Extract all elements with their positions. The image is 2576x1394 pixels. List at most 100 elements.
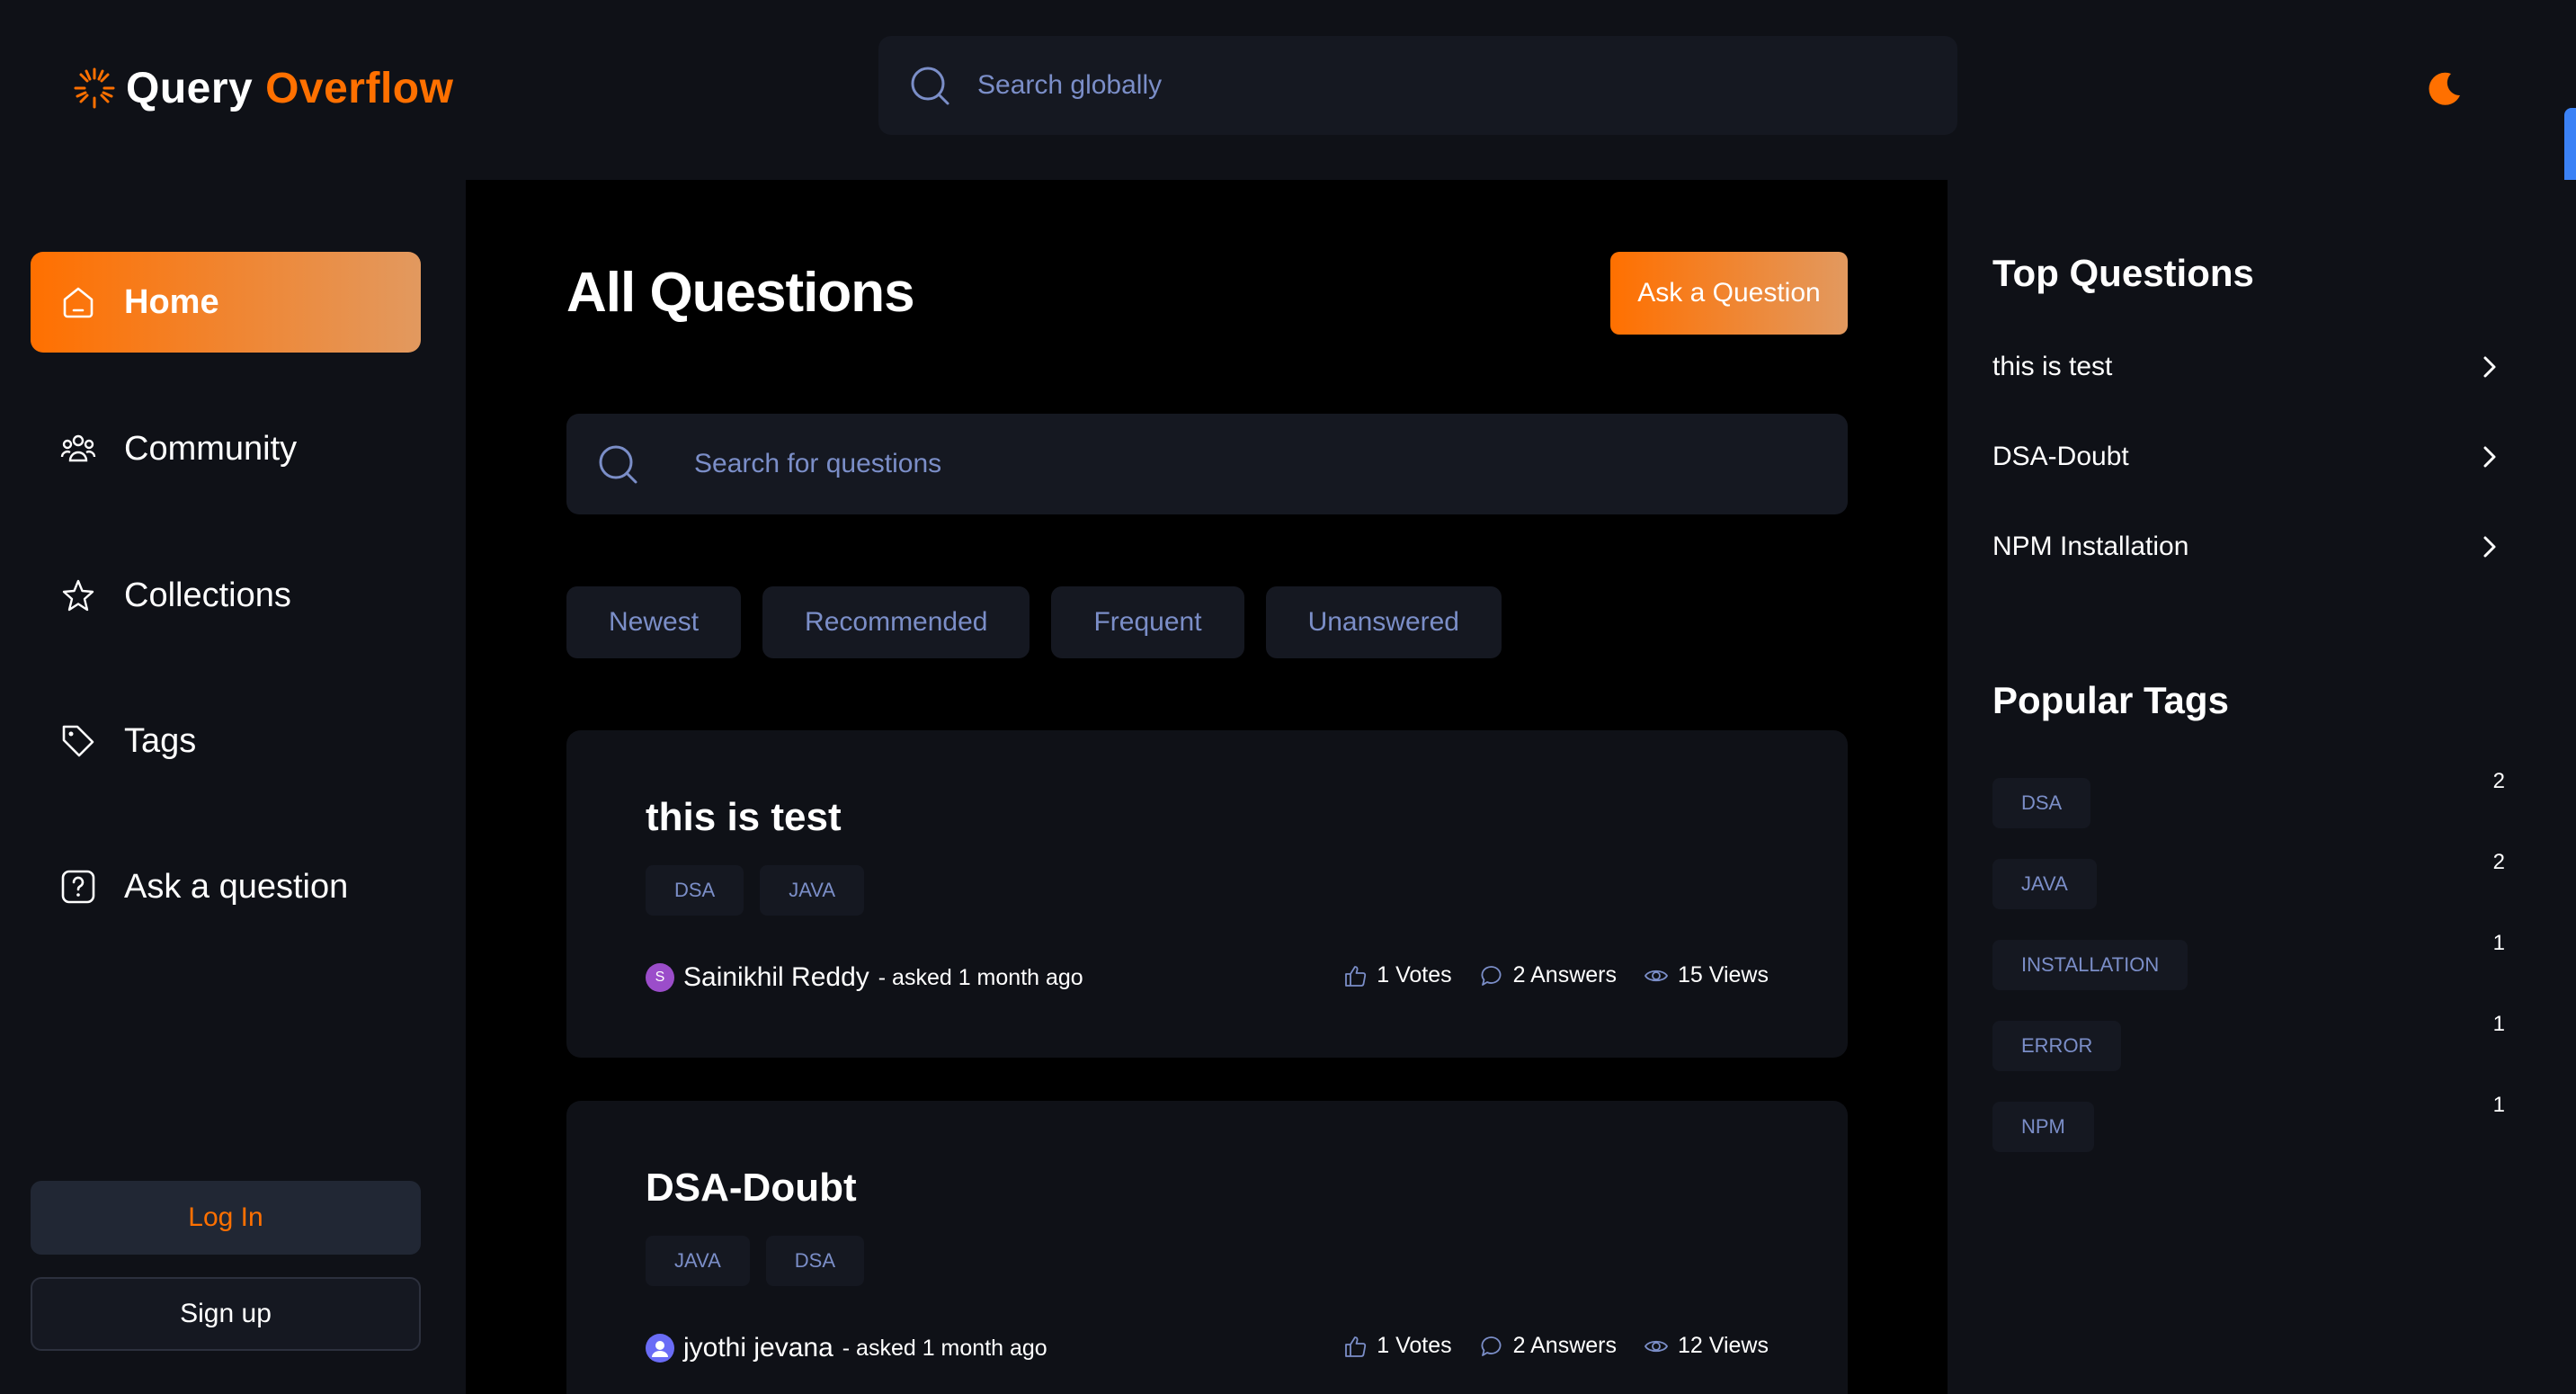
tag-chip[interactable]: JAVA <box>646 1236 750 1286</box>
top-question-item[interactable]: NPM Installation <box>1992 520 2505 574</box>
sidebar-item-community[interactable]: Community <box>31 398 421 499</box>
comment-icon <box>1481 965 1502 986</box>
eye-icon <box>1644 970 1669 981</box>
tag-count: 1 <box>2492 1012 2505 1036</box>
filter-recommended[interactable]: Recommended <box>762 586 1030 658</box>
tag-count: 1 <box>2492 931 2505 955</box>
views-metric: 12 Views <box>1644 1333 1769 1359</box>
left-sidebar: Home Community Collections Tags Ask a qu… <box>0 180 466 1394</box>
question-card[interactable]: this is test DSA JAVA S Sainikhil Reddy … <box>566 730 1848 1058</box>
sidebar-item-label: Ask a question <box>124 867 349 906</box>
tag-icon <box>62 725 94 757</box>
author-name[interactable]: jyothi jevana <box>683 1333 833 1363</box>
sidebar-item-label: Community <box>124 429 298 468</box>
votes-metric: 1 Votes <box>1342 1333 1452 1359</box>
chevron-right-icon <box>2483 536 2496 558</box>
views-count: 12 Views <box>1678 1333 1769 1358</box>
question-title[interactable]: this is test <box>646 795 842 840</box>
question-tags: DSA JAVA <box>646 865 865 916</box>
top-questions-heading: Top Questions <box>1992 252 2254 294</box>
logo-word-query: Query <box>126 64 254 112</box>
users-icon <box>60 434 96 462</box>
answers-count: 2 Answers <box>1512 962 1617 987</box>
tag-count: 1 <box>2492 1093 2505 1117</box>
top-question-label: DSA-Doubt <box>1992 442 2129 471</box>
sidebar-item-label: Home <box>124 282 219 321</box>
sidebar-item-tags[interactable]: Tags <box>31 691 421 791</box>
question-tags: JAVA DSA <box>646 1236 865 1286</box>
question-metrics: 1 Votes 2 Answers 15 Views <box>1342 962 1769 988</box>
question-author: jyothi jevana - asked 1 month ago <box>646 1333 1047 1363</box>
answers-metric: 2 Answers <box>1479 1333 1617 1359</box>
logo[interactable]: Query Overflow <box>72 61 453 115</box>
chevron-right-icon <box>2483 356 2496 378</box>
global-search-input[interactable] <box>977 70 1876 101</box>
question-card[interactable]: DSA-Doubt JAVA DSA jyothi jevana - asked… <box>566 1101 1848 1394</box>
chevron-right-icon <box>2483 446 2496 468</box>
theme-toggle[interactable] <box>2419 63 2469 113</box>
filter-unanswered[interactable]: Unanswered <box>1265 586 1502 658</box>
tag-chip[interactable]: INSTALLATION <box>1992 940 2188 990</box>
top-question-item[interactable]: DSA-Doubt <box>1992 430 2505 484</box>
ask-question-button[interactable]: Ask a Question <box>1610 252 1848 335</box>
popular-tags-heading: Popular Tags <box>1992 679 2229 721</box>
popular-tag-item[interactable]: DSA 2 <box>1992 769 2505 832</box>
top-navbar: Query Overflow <box>0 0 2576 180</box>
sidebar-item-collections[interactable]: Collections <box>31 545 421 646</box>
thumbs-up-icon <box>1345 1336 1367 1357</box>
star-icon <box>62 579 94 612</box>
tag-chip[interactable]: ERROR <box>1992 1021 2122 1071</box>
tag-chip[interactable]: DSA <box>765 1236 865 1286</box>
top-question-item[interactable]: this is test <box>1992 340 2505 394</box>
tag-chip[interactable]: DSA <box>646 865 744 916</box>
filter-frequent[interactable]: Frequent <box>1051 586 1244 658</box>
votes-metric: 1 Votes <box>1342 962 1452 988</box>
tag-count: 2 <box>2492 850 2505 874</box>
eye-icon <box>1644 1340 1669 1352</box>
thumbs-up-icon <box>1345 965 1367 987</box>
tag-chip[interactable]: NPM <box>1992 1102 2094 1152</box>
logo-word-overflow: Overflow <box>265 64 454 112</box>
sidebar-item-label: Tags <box>124 721 197 760</box>
votes-count: 1 Votes <box>1377 962 1452 987</box>
question-author: S Sainikhil Reddy - asked 1 month ago <box>646 962 1083 993</box>
asked-time: - asked 1 month ago <box>842 1335 1047 1361</box>
moon-icon <box>2429 72 2460 105</box>
tag-chip[interactable]: DSA <box>1992 778 2091 828</box>
avatar[interactable] <box>646 1334 674 1363</box>
filter-newest[interactable]: Newest <box>566 586 742 658</box>
question-search-bar[interactable] <box>566 414 1848 514</box>
page-title: All Questions <box>566 262 915 324</box>
popular-tag-item[interactable]: INSTALLATION 1 <box>1992 931 2505 994</box>
global-search-bar[interactable] <box>878 36 1957 135</box>
tag-chip[interactable]: JAVA <box>1992 859 2097 909</box>
author-name[interactable]: Sainikhil Reddy <box>683 962 869 993</box>
popular-tag-item[interactable]: ERROR 1 <box>1992 1012 2505 1075</box>
question-icon <box>61 870 95 904</box>
logo-sunburst-icon <box>74 67 115 109</box>
top-question-label: NPM Installation <box>1992 532 2189 561</box>
tag-count: 2 <box>2492 769 2505 793</box>
signup-button[interactable]: Sign up <box>31 1277 421 1351</box>
sidebar-item-home[interactable]: Home <box>31 252 421 353</box>
sidebar-item-label: Collections <box>124 576 291 614</box>
sidebar-item-ask-question[interactable]: Ask a question <box>31 836 421 937</box>
login-button[interactable]: Log In <box>31 1181 421 1255</box>
asked-time: - asked 1 month ago <box>878 964 1083 990</box>
tag-chip[interactable]: JAVA <box>760 865 865 916</box>
search-icon <box>911 67 949 105</box>
popular-tag-item[interactable]: NPM 1 <box>1992 1093 2505 1156</box>
user-icon <box>646 1335 673 1362</box>
avatar[interactable]: S <box>646 963 674 992</box>
main-content: All Questions Ask a Question Newest Reco… <box>466 180 1948 1394</box>
question-search-input[interactable] <box>694 449 1773 479</box>
question-title[interactable]: DSA-Doubt <box>646 1166 857 1211</box>
answers-metric: 2 Answers <box>1479 962 1617 988</box>
popular-tag-item[interactable]: JAVA 2 <box>1992 850 2505 913</box>
search-icon <box>599 445 637 484</box>
filter-tabs: Newest Recommended Frequent Unanswered <box>566 586 1502 658</box>
views-metric: 15 Views <box>1644 962 1769 988</box>
right-sidebar: Top Questions this is test DSA-Doubt NPM… <box>1948 180 2576 1394</box>
top-question-label: this is test <box>1992 352 2113 381</box>
question-metrics: 1 Votes 2 Answers 12 Views <box>1342 1333 1769 1359</box>
